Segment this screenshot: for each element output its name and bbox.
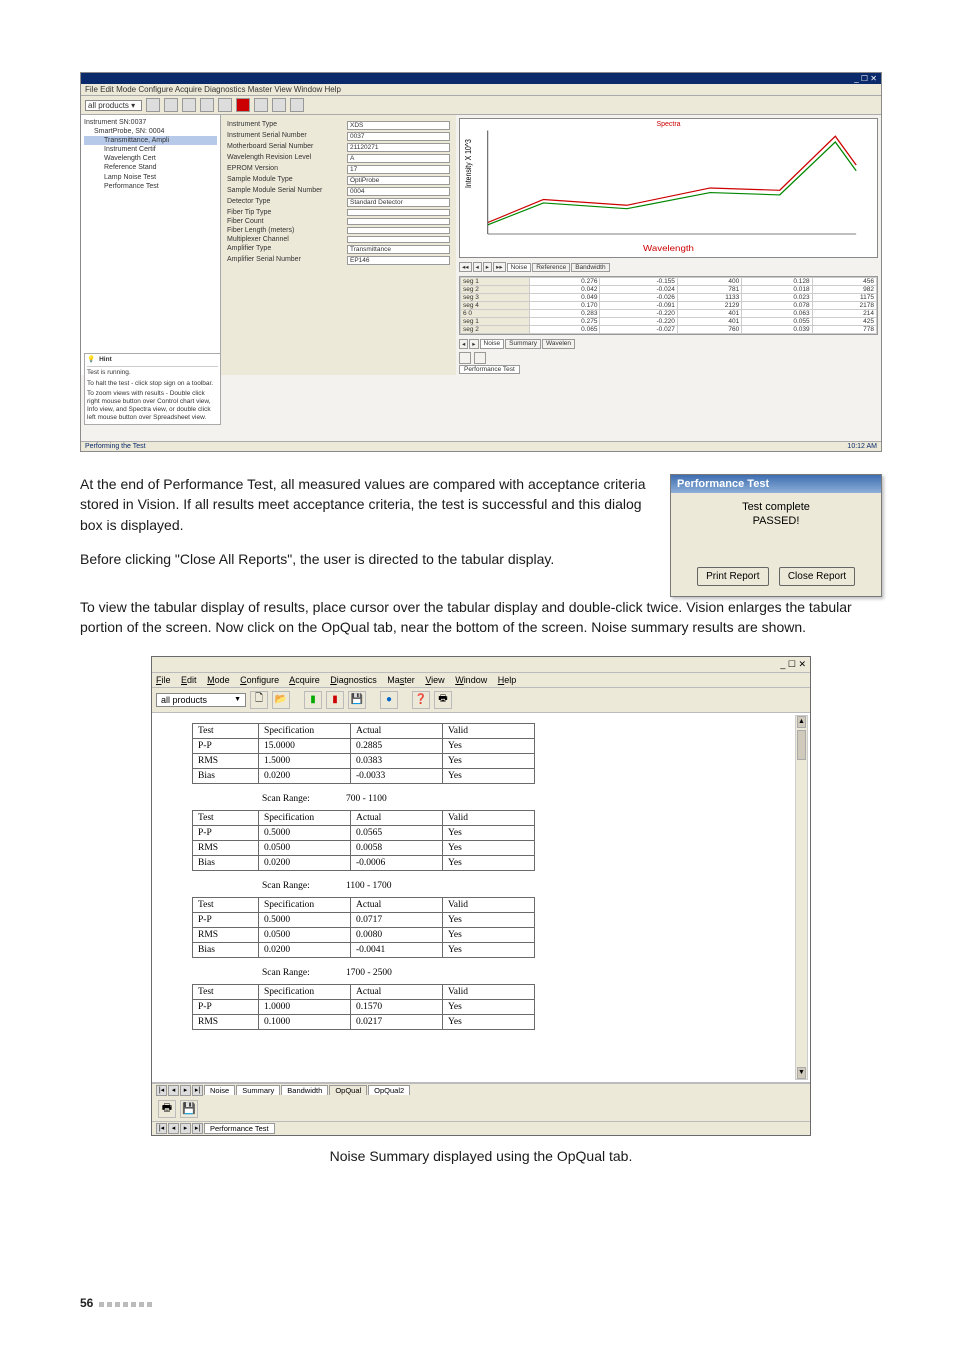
svg-text:Intensity X 10^3: Intensity X 10^3: [463, 139, 473, 188]
para-1: At the end of Performance Test, all meas…: [80, 474, 652, 535]
noise-table-3: TestSpecificationActualValid P-P1.00000.…: [192, 984, 535, 1030]
tree-wavelength-cert[interactable]: Wavelength Cert: [84, 154, 217, 163]
tbtn-help-icon[interactable]: ❓: [412, 691, 430, 709]
noise-table-1: TestSpecificationActualValid P-P0.50000.…: [192, 810, 535, 871]
tab-nav-last-icon[interactable]: ▸|: [192, 1085, 203, 1096]
dialog-msg-complete: Test complete: [679, 501, 873, 513]
sheet-tabs[interactable]: |◂ ◂ ▸ ▸| Noise Summary Bandwidth OpQual…: [152, 1083, 810, 1097]
toolbar-btn-more[interactable]: [290, 98, 304, 112]
hint-title: Hint: [99, 356, 112, 364]
nav-tree[interactable]: Instrument SN:0037 SmartProbe, SN: 0004 …: [81, 115, 221, 375]
tree-perf-test[interactable]: Performance Test: [84, 182, 217, 191]
info-lbl: Instrument Type: [227, 121, 347, 130]
noise-summary-content[interactable]: TestSpecificationActualValid P-P15.00000…: [152, 713, 810, 1083]
window2-titlebar: _ ☐ ✕: [152, 657, 810, 673]
instrument-info-panel: Instrument TypeXDS Instrument Serial Num…: [221, 115, 456, 375]
toolbar: all products ▾: [81, 96, 881, 115]
toolbar-btn-record[interactable]: [236, 98, 250, 112]
tab-nav-prev-icon[interactable]: ◂: [168, 1085, 179, 1096]
spectra-xlabel: Wavelength: [643, 244, 694, 253]
noise-summary-window: _ ☐ ✕ File Edit Mode Configure Acquire D…: [151, 656, 811, 1136]
spectra-title: Spectra: [656, 121, 680, 128]
tab-opqual2[interactable]: OpQual2: [368, 1085, 410, 1095]
toolbar-btn-new[interactable]: [146, 98, 160, 112]
para-2: Before clicking "Close All Reports", the…: [80, 549, 652, 569]
footer-dots-icon: [99, 1296, 155, 1310]
tree-transmittance[interactable]: Transmittance, Ampli: [84, 136, 217, 145]
dialog-title: Performance Test: [671, 475, 881, 493]
status-time: 10:12 AM: [847, 443, 877, 450]
data-table[interactable]: seg 10.276-0.1554000.128456seg 20.042-0.…: [459, 276, 878, 335]
page-footer: 56: [80, 1296, 155, 1310]
hint-panel: 💡 Hint Test is running. To halt the test…: [84, 353, 221, 425]
tab-nav-first-icon[interactable]: |◂: [156, 1085, 167, 1096]
toolbar-btn-stop[interactable]: [200, 98, 214, 112]
toolbar-btn-help[interactable]: [254, 98, 268, 112]
tree-smartprobe[interactable]: SmartProbe, SN: 0004: [84, 127, 217, 136]
vertical-scrollbar[interactable]: ▲ ▼: [795, 715, 808, 1080]
tree-ref-stand[interactable]: Reference Stand: [84, 163, 217, 172]
tbtn-stop-icon[interactable]: ▮: [326, 691, 344, 709]
tree-root[interactable]: Instrument SN:0037: [84, 118, 217, 127]
info-val: XDS: [347, 121, 450, 130]
product-select[interactable]: all products ▾: [85, 100, 142, 111]
tree-instr-cert[interactable]: Instrument Certif: [84, 145, 217, 154]
spectra-chart[interactable]: Spectra Wavelength Intensity X 10^3: [459, 118, 878, 258]
dialog-msg-passed: PASSED!: [679, 515, 873, 527]
toolbar2: all products▼ 🗋 📂 ▮ ▮ 💾 ● ❓ 🖶: [152, 688, 810, 713]
spectra-tabs[interactable]: ◂◂◂▸▸▸ Noise Reference Bandwidth: [456, 261, 881, 273]
tab-summary[interactable]: Summary: [236, 1085, 280, 1095]
scroll-up-icon[interactable]: ▲: [797, 716, 806, 728]
print-icon[interactable]: 🖶: [158, 1100, 176, 1118]
tab-bandwidth[interactable]: Bandwidth: [281, 1085, 328, 1095]
tbtn-record-icon[interactable]: ●: [380, 691, 398, 709]
close-report-button[interactable]: Close Report: [779, 567, 855, 586]
data-table-tabs[interactable]: ◂▸ Noise Summary Wavelen: [456, 338, 881, 350]
toolbar-btn-save[interactable]: [218, 98, 232, 112]
toolbar-btn-open[interactable]: [164, 98, 178, 112]
tree-lamp-noise[interactable]: Lamp Noise Test: [84, 173, 217, 182]
status-bar: Performing the Test 10:12 AM: [81, 441, 881, 451]
para-3: To view the tabular display of results, …: [80, 597, 882, 638]
scroll-thumb[interactable]: [797, 730, 806, 760]
tbtn-new-icon[interactable]: 🗋: [250, 691, 268, 709]
status-text: Performing the Test: [85, 443, 146, 450]
perf-test-tab[interactable]: Performance Test: [456, 366, 881, 375]
perf-test-dialog: Performance Test Test complete PASSED! P…: [670, 474, 882, 597]
toolbar-btn-pause[interactable]: [182, 98, 196, 112]
noise-table-2: TestSpecificationActualValid P-P0.50000.…: [192, 897, 535, 958]
tbtn-save-icon[interactable]: 💾: [348, 691, 366, 709]
tab-opqual[interactable]: OpQual: [329, 1085, 367, 1095]
bottom-toolbar: 🖶 💾: [152, 1097, 810, 1121]
page-number: 56: [80, 1296, 93, 1310]
tbtn-open-icon[interactable]: 📂: [272, 691, 290, 709]
bottom-tabs[interactable]: |◂ ◂ ▸ ▸| Performance Test: [152, 1121, 810, 1135]
scroll-down-icon[interactable]: ▼: [797, 1067, 806, 1079]
scan-range-1: Scan Range:700 - 1100: [192, 788, 788, 810]
window-titlebar: _ ☐ ✕: [81, 73, 881, 84]
scan-range-2: Scan Range:1100 - 1700: [192, 875, 788, 897]
product-select2[interactable]: all products▼: [156, 693, 246, 707]
noise-table-0: TestSpecificationActualValid P-P15.00000…: [192, 723, 535, 784]
menubar[interactable]: File Edit Mode Configure Acquire Diagnos…: [81, 84, 881, 96]
lightbulb-icon: 💡: [87, 356, 95, 364]
tab-perf-test[interactable]: Performance Test: [204, 1123, 275, 1134]
menubar2[interactable]: File Edit Mode Configure Acquire Diagnos…: [152, 673, 810, 688]
scan-range-3: Scan Range:1700 - 2500: [192, 962, 788, 984]
tbtn-print-icon[interactable]: 🖶: [434, 691, 452, 709]
window-controls: _ ☐ ✕: [854, 74, 877, 83]
print-report-button[interactable]: Print Report: [697, 567, 769, 586]
fig2-caption: Noise Summary displayed using the OpQual…: [80, 1148, 882, 1164]
tbtn-play-icon[interactable]: ▮: [304, 691, 322, 709]
tab-nav-next-icon[interactable]: ▸: [180, 1085, 191, 1096]
save-icon[interactable]: 💾: [180, 1100, 198, 1118]
vision-main-window: _ ☐ ✕ File Edit Mode Configure Acquire D…: [80, 72, 882, 452]
tab-noise[interactable]: Noise: [204, 1085, 235, 1095]
toolbar-btn-print[interactable]: [272, 98, 286, 112]
